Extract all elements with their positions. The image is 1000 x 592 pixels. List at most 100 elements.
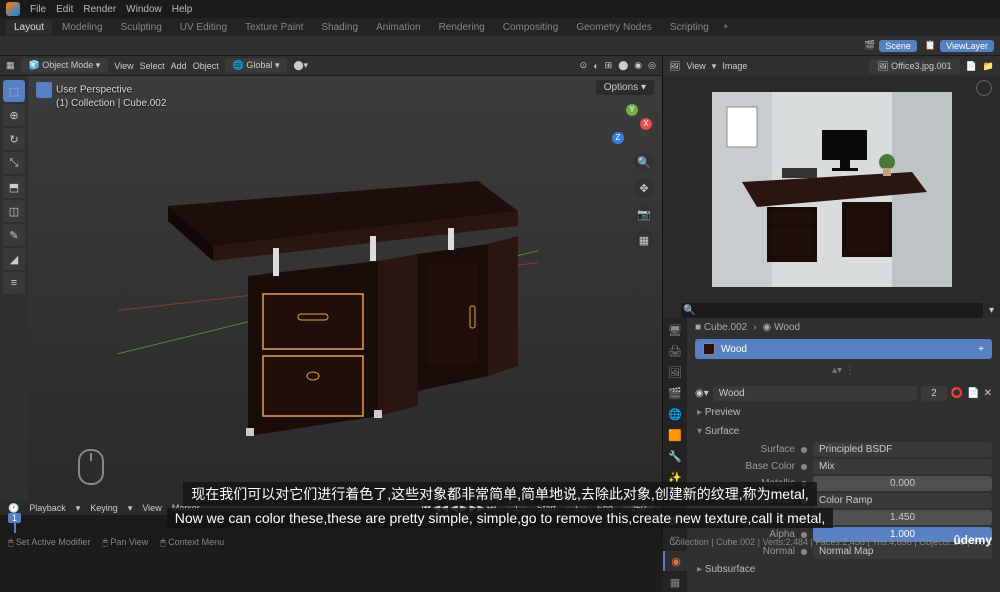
slot-nav[interactable]: ▴▾ ⋮ <box>687 361 1000 380</box>
overlays-toggle[interactable]: ⊙ <box>580 60 588 71</box>
filter-icon[interactable]: ▾ <box>989 305 994 316</box>
tl-view[interactable]: View <box>142 503 161 513</box>
shading-matprev-icon[interactable]: ◉ <box>634 60 642 71</box>
tl-marker[interactable]: Marker <box>172 503 200 513</box>
camera-icon[interactable]: 📷 <box>634 204 654 224</box>
prop-value[interactable]: 0.000 <box>813 476 992 491</box>
img-menu-image[interactable]: Image <box>722 61 747 71</box>
zoom-icon[interactable]: 🔍 <box>634 152 654 172</box>
playhead[interactable] <box>14 515 16 533</box>
tab-geometrynodes[interactable]: Geometry Nodes <box>568 20 660 35</box>
timeline-editor-icon[interactable]: 🕐 <box>8 503 19 514</box>
end-frame[interactable]: 250 <box>623 501 654 515</box>
menu-edit[interactable]: Edit <box>56 4 73 15</box>
scene-selector[interactable]: Scene <box>879 40 917 52</box>
menu-file[interactable]: File <box>30 4 46 15</box>
prop-tab-render-icon[interactable]: 🖥 <box>663 320 687 340</box>
prop-tab-constraint-icon[interactable]: 🔗 <box>663 509 687 529</box>
new-image-icon[interactable]: 📄 <box>966 61 977 72</box>
vp-menu-select[interactable]: Select <box>140 61 165 71</box>
socket-icon[interactable] <box>801 481 807 487</box>
image-file-selector[interactable]: 🖼 Office3.jpg.001 <box>869 59 959 74</box>
xray-toggle[interactable]: ◐ <box>593 61 598 71</box>
tl-playback[interactable]: Playback <box>29 503 66 513</box>
shading-solid-icon[interactable]: ⬤ <box>618 60 628 71</box>
prop-tab-texture-icon[interactable]: ▦ <box>663 572 687 592</box>
pan-icon[interactable]: ✥ <box>634 178 654 198</box>
tab-modeling[interactable]: Modeling <box>54 20 111 35</box>
menu-window[interactable]: Window <box>126 4 162 15</box>
vp-menu-view[interactable]: View <box>114 61 133 71</box>
prop-tab-particle-icon[interactable]: ✨ <box>663 467 687 487</box>
shading-rendered-icon[interactable]: ◎ <box>648 60 656 71</box>
prop-value[interactable]: 1.450 <box>813 510 992 525</box>
tab-layout[interactable]: Layout <box>6 20 52 35</box>
shading-wireframe-icon[interactable]: ⊞ <box>605 60 613 71</box>
image-editor-icon[interactable]: 🖼 <box>669 61 680 72</box>
tool-transform[interactable]: ◫ <box>3 200 25 222</box>
fake-user-icon[interactable]: ⭕ <box>951 388 963 399</box>
viewlayer-selector[interactable]: ViewLayer <box>940 40 994 52</box>
img-menu-view[interactable]: View <box>686 61 705 71</box>
tab-sculpting[interactable]: Sculpting <box>113 20 170 35</box>
add-workspace-button[interactable]: + <box>723 22 729 33</box>
menu-render[interactable]: Render <box>83 4 116 15</box>
gizmo-x-icon[interactable]: X <box>640 118 652 130</box>
material-users[interactable]: 2 <box>921 386 947 401</box>
image-view[interactable] <box>663 76 1000 303</box>
socket-icon[interactable] <box>801 498 807 504</box>
material-link-icon[interactable]: ◉▾ <box>695 388 709 399</box>
new-material-icon[interactable]: 📄 <box>967 388 979 399</box>
start-frame[interactable]: 1 <box>566 501 587 515</box>
nav-gizmo[interactable]: Y X Z <box>612 104 652 144</box>
material-name-input[interactable]: Wood <box>713 386 917 401</box>
vp-menu-add[interactable]: Add <box>171 61 187 71</box>
current-frame[interactable]: 1 <box>506 501 527 515</box>
prop-value[interactable]: Mix <box>813 459 992 474</box>
prop-value[interactable]: Color Ramp <box>813 493 992 508</box>
socket-icon[interactable] <box>801 464 807 470</box>
socket-icon[interactable] <box>801 549 807 555</box>
tool-annotate[interactable]: ✎ <box>3 224 25 246</box>
socket-icon[interactable] <box>801 515 807 521</box>
menu-help[interactable]: Help <box>172 4 193 15</box>
playback-controls[interactable]: ⏮◀◀◀▶▶▶⏭ <box>422 503 496 514</box>
tool-cursor[interactable]: ⊕ <box>3 104 25 126</box>
surface-panel[interactable]: Surface <box>687 422 1000 441</box>
prop-tab-scene-icon[interactable]: 🎬 <box>663 383 687 403</box>
orientation-selector[interactable]: 🌐 Global ▾ <box>225 58 288 73</box>
tab-texturepaint[interactable]: Texture Paint <box>237 20 311 35</box>
tool-addcube[interactable]: ≡ <box>3 272 25 294</box>
ortho-icon[interactable]: ▦ <box>634 230 654 250</box>
mode-selector[interactable]: 🧊 Object Mode ▾ <box>21 58 109 73</box>
editor-type-icon[interactable]: ▦ <box>6 60 15 71</box>
prop-tab-output-icon[interactable]: 🖨 <box>663 341 687 361</box>
tab-shading[interactable]: Shading <box>313 20 366 35</box>
prop-tab-world-icon[interactable]: 🌐 <box>663 404 687 424</box>
socket-icon[interactable] <box>801 447 807 453</box>
tl-keying[interactable]: Keying <box>90 503 118 513</box>
tool-select-box[interactable]: ⬚ <box>3 80 25 102</box>
timeline-track[interactable] <box>0 515 662 533</box>
search-input[interactable] <box>681 303 983 318</box>
tool-measure[interactable]: ◢ <box>3 248 25 270</box>
gizmo-y-icon[interactable]: Y <box>626 104 638 116</box>
open-image-icon[interactable]: 📁 <box>983 61 994 72</box>
snap-icon[interactable]: ⬤▾ <box>293 60 308 71</box>
tool-scale[interactable]: ⬒ <box>3 176 25 198</box>
prop-tab-material-icon[interactable]: ◉ <box>663 551 687 571</box>
tool-rotate[interactable]: ⤡ <box>3 152 25 174</box>
gizmo-z-icon[interactable]: Z <box>612 132 624 144</box>
tab-compositing[interactable]: Compositing <box>495 20 567 35</box>
prop-tab-object-icon[interactable]: 🟧 <box>663 425 687 445</box>
tool-move[interactable]: ↻ <box>3 128 25 150</box>
tab-uvediting[interactable]: UV Editing <box>172 20 235 35</box>
3d-viewport[interactable]: User Perspective (1) Collection | Cube.0… <box>28 76 662 501</box>
prop-value[interactable]: Principled BSDF <box>813 442 992 457</box>
tab-rendering[interactable]: Rendering <box>431 20 493 35</box>
prop-tab-physics-icon[interactable]: ⚛ <box>663 488 687 508</box>
zoom-icon[interactable] <box>976 80 992 96</box>
material-slot[interactable]: Wood + <box>695 339 992 359</box>
viewport-options[interactable]: Options ▾ <box>596 80 654 95</box>
prop-tab-modifier-icon[interactable]: 🔧 <box>663 446 687 466</box>
